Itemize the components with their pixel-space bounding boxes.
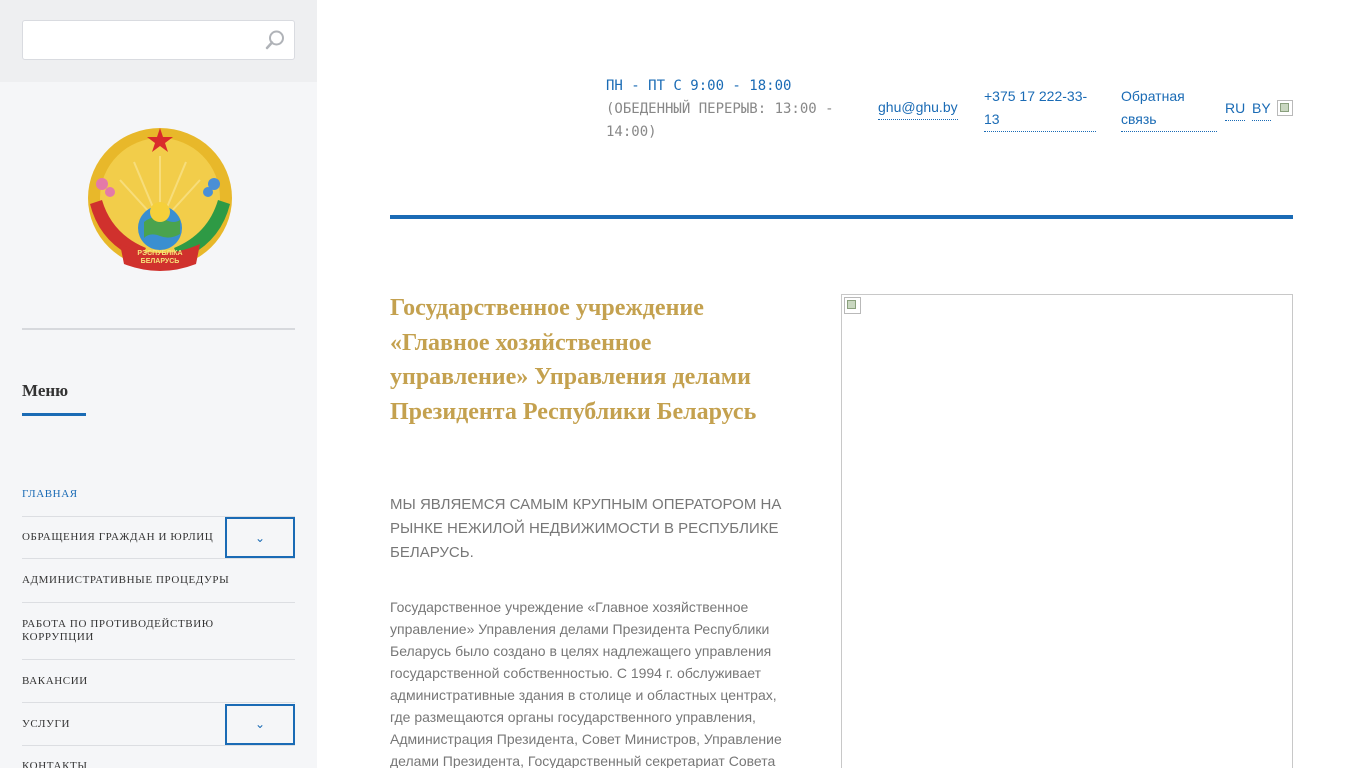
lunch-break-text: (ОБЕДЕННЫЙ ПЕРЕРЫВ: 13:00 - 14:00) [606, 101, 834, 140]
services-expand-button[interactable]: ⌄ [225, 703, 295, 745]
language-ru-link[interactable]: RU [1225, 97, 1246, 121]
sidebar-item-appeals[interactable]: Обращения граждан и юрлиц ⌄ [22, 517, 295, 559]
working-hours: ПН - ПТ С 9:00 - 18:00 (ОБЕДЕННЫЙ ПЕРЕРЫ… [606, 75, 856, 144]
sidebar-item-label[interactable]: Услуги [22, 718, 225, 731]
broken-image-icon[interactable] [1277, 100, 1293, 116]
email-link[interactable]: ghu@ghu.by [878, 96, 958, 120]
language-by-link[interactable]: BY [1252, 97, 1271, 121]
sidebar-item-vacancies[interactable]: Вакансии [22, 660, 295, 703]
search-box [22, 20, 295, 60]
menu-title-underline [22, 413, 86, 416]
appeals-expand-button[interactable]: ⌄ [225, 517, 295, 558]
body-text: Государственное учреждение «Главное хозя… [390, 599, 782, 768]
phone-link[interactable]: +375 17 222-33-13 [984, 85, 1096, 132]
sidebar-item-anticorruption[interactable]: Работа по противодействию коррупции [22, 603, 295, 660]
search-input[interactable] [23, 21, 253, 59]
menu-title: Меню [22, 381, 69, 400]
feedback-link[interactable]: Обратная связь [1121, 85, 1217, 132]
page-title: Государственное учреждение «Главное хозя… [390, 295, 757, 425]
sidebar-divider [22, 328, 295, 330]
sidebar-nav: Главная Обращения граждан и юрлиц ⌄ Адми… [22, 473, 295, 768]
sidebar-item-label[interactable]: Обращения граждан и юрлиц [22, 531, 225, 544]
sidebar-item-label[interactable]: Работа по противодействию коррупции [22, 618, 295, 644]
svg-text:БЕЛАРУСЬ: БЕЛАРУСЬ [141, 258, 180, 265]
lead-text: Мы являемся самым крупным оператором на … [390, 496, 782, 561]
search-icon[interactable] [264, 29, 286, 51]
sidebar-item-label[interactable]: Контакты [22, 760, 295, 768]
svg-text:РЭСПУБЛІКА: РЭСПУБЛІКА [137, 250, 182, 257]
header-divider [390, 215, 1293, 219]
sidebar-item-label[interactable]: Административные процедуры [22, 574, 295, 587]
sidebar-item-main[interactable]: Главная [22, 473, 295, 517]
sidebar-item-label[interactable]: Вакансии [22, 675, 295, 688]
working-hours-main: ПН - ПТ С 9:00 - 18:00 [606, 78, 792, 94]
chevron-down-icon: ⌄ [254, 530, 266, 545]
chevron-down-icon: ⌄ [254, 717, 266, 731]
state-emblem-icon[interactable]: РЭСПУБЛІКА БЕЛАРУСЬ [84, 126, 236, 276]
sidebar: РЭСПУБЛІКА БЕЛАРУСЬ Меню Главная Обращен… [0, 0, 317, 768]
main-image-placeholder [841, 294, 1293, 768]
sidebar-item-contacts[interactable]: Контакты [22, 746, 295, 768]
sidebar-item-label[interactable]: Главная [22, 488, 295, 501]
sidebar-item-services[interactable]: Услуги ⌄ [22, 703, 295, 746]
search-area [0, 0, 317, 82]
sidebar-item-admin-procedures[interactable]: Административные процедуры [22, 559, 295, 603]
